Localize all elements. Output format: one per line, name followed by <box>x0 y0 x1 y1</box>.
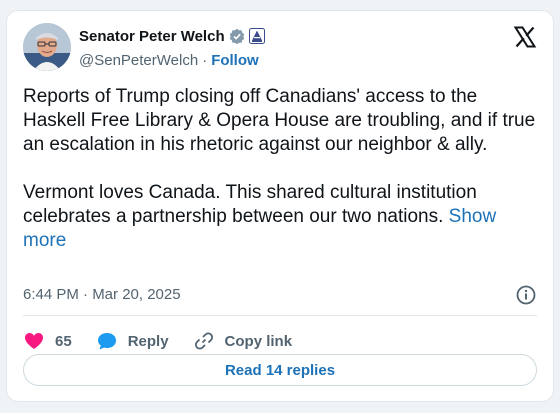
avatar[interactable] <box>23 23 71 71</box>
author-handle-row: @SenPeterWelch · Follow <box>79 50 259 70</box>
link-icon <box>194 332 213 350</box>
reply-button[interactable]: Reply <box>96 330 169 352</box>
heart-icon <box>25 333 43 349</box>
verified-badge-icon <box>229 28 245 45</box>
copy-link-button[interactable]: Copy link <box>193 330 293 352</box>
x-logo-icon[interactable] <box>513 25 537 49</box>
divider <box>23 315 537 316</box>
reply-bubble-icon <box>97 333 116 350</box>
tweet-paragraph-1: Reports of Trump closing off Canadians' … <box>23 86 541 155</box>
tweet-timestamp[interactable]: 6:44 PM · Mar 20, 2025 <box>23 285 181 305</box>
like-button[interactable]: 65 <box>23 330 72 352</box>
copy-link-label: Copy link <box>224 332 293 350</box>
author-handle[interactable]: @SenPeterWelch <box>79 52 198 69</box>
follow-button[interactable]: Follow <box>211 52 259 69</box>
tweet-paragraph-2: Vermont loves Canada. This shared cultur… <box>23 182 483 227</box>
action-bar: 65 Reply Copy link <box>23 325 316 357</box>
author-display-name[interactable]: Senator Peter Welch <box>79 28 225 45</box>
like-count: 65 <box>55 332 72 350</box>
reply-label: Reply <box>127 332 169 350</box>
author-name-row: Senator Peter Welch <box>79 26 265 46</box>
read-replies-button[interactable]: Read 14 replies <box>23 354 537 386</box>
tweet-body: Reports of Trump closing off Canadians' … <box>23 85 539 253</box>
government-affiliate-icon <box>248 28 265 44</box>
tweet-card: Senator Peter Welch @SenPeterWelch · Fol… <box>6 10 554 402</box>
handle-separator: · <box>202 51 208 69</box>
info-icon[interactable] <box>515 284 537 306</box>
